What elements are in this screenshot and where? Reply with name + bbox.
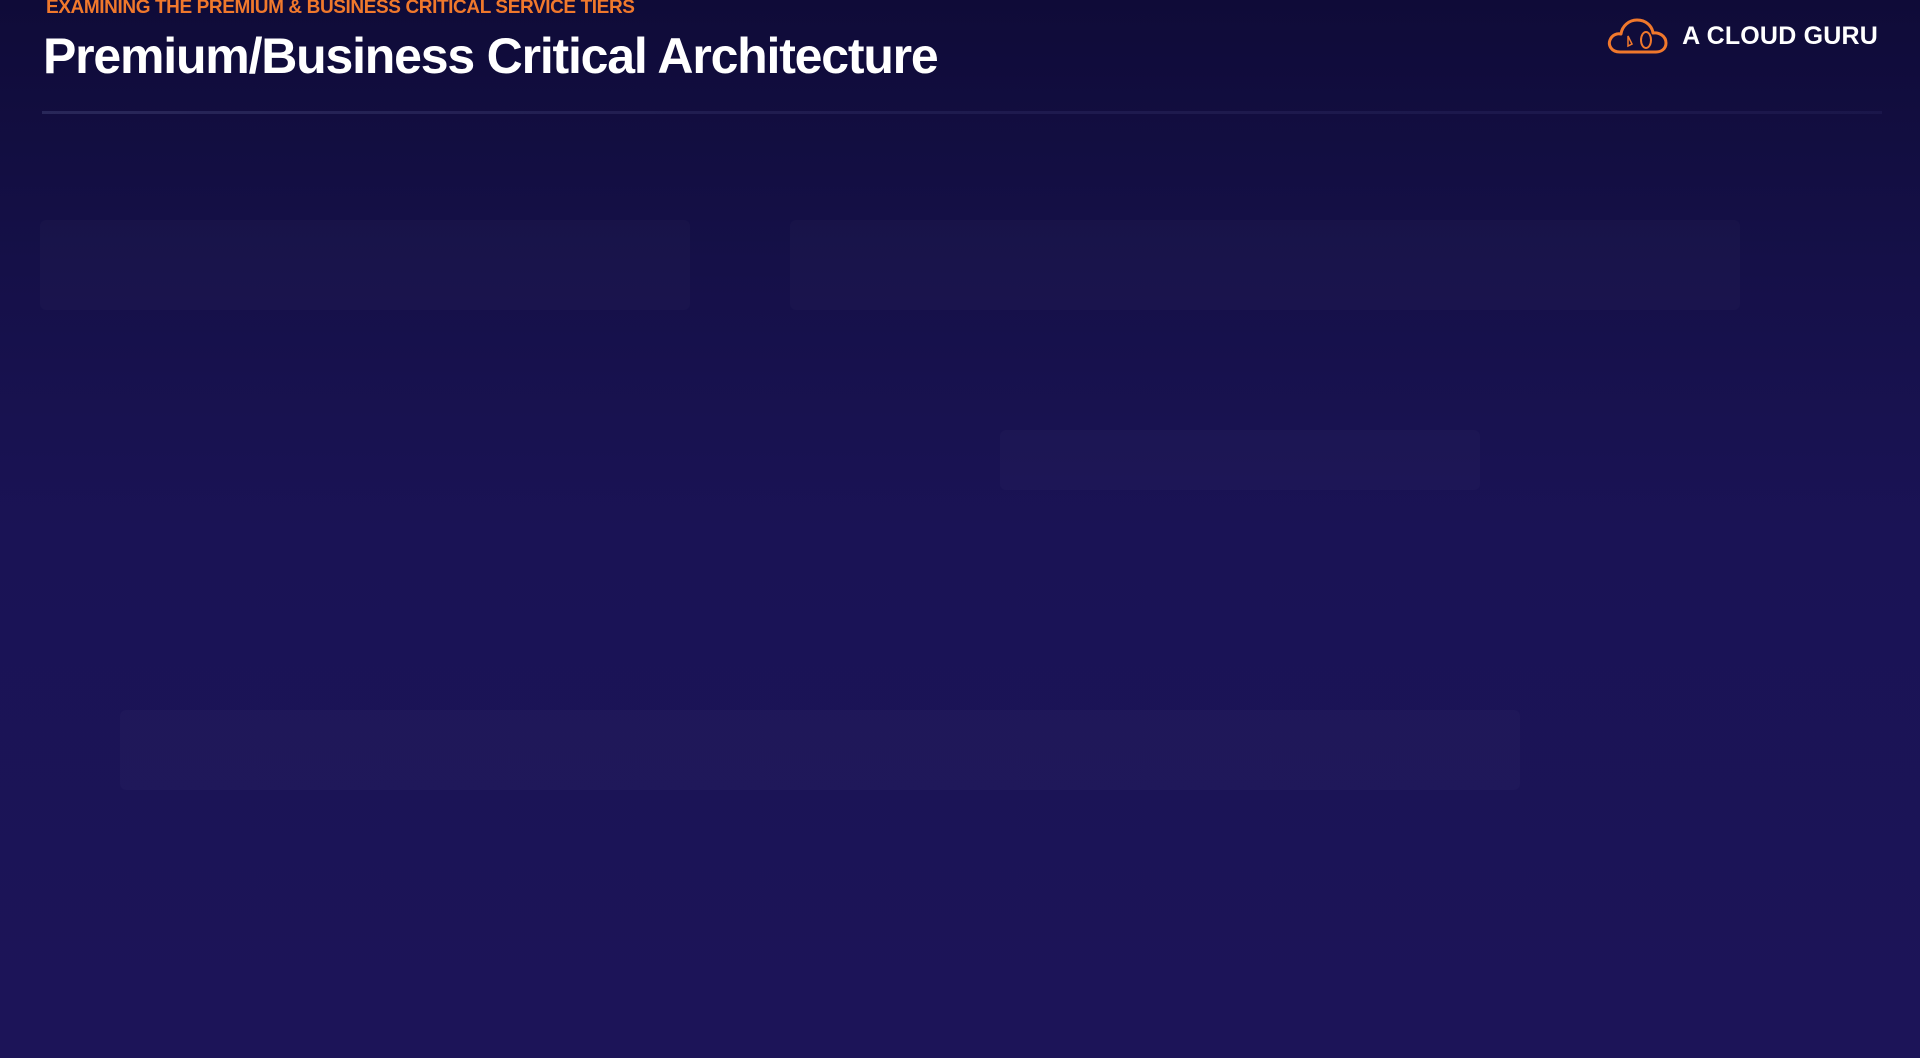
brand-logo: A CLOUD GURU xyxy=(1606,16,1878,56)
faded-panel-bottom xyxy=(120,710,1520,790)
brand-name: A CLOUD GURU xyxy=(1682,21,1878,50)
cloud-logo-icon xyxy=(1608,18,1668,54)
header-divider xyxy=(42,111,1882,114)
slide: EXAMINING THE PREMIUM & BUSINESS CRITICA… xyxy=(0,0,1920,1058)
slide-title: Premium/Business Critical Architecture xyxy=(43,28,939,84)
slide-eyebrow: EXAMINING THE PREMIUM & BUSINESS CRITICA… xyxy=(46,0,635,18)
faded-panel-right xyxy=(790,220,1740,310)
faded-panel-left xyxy=(40,220,690,310)
faded-panel-center xyxy=(1000,430,1480,490)
